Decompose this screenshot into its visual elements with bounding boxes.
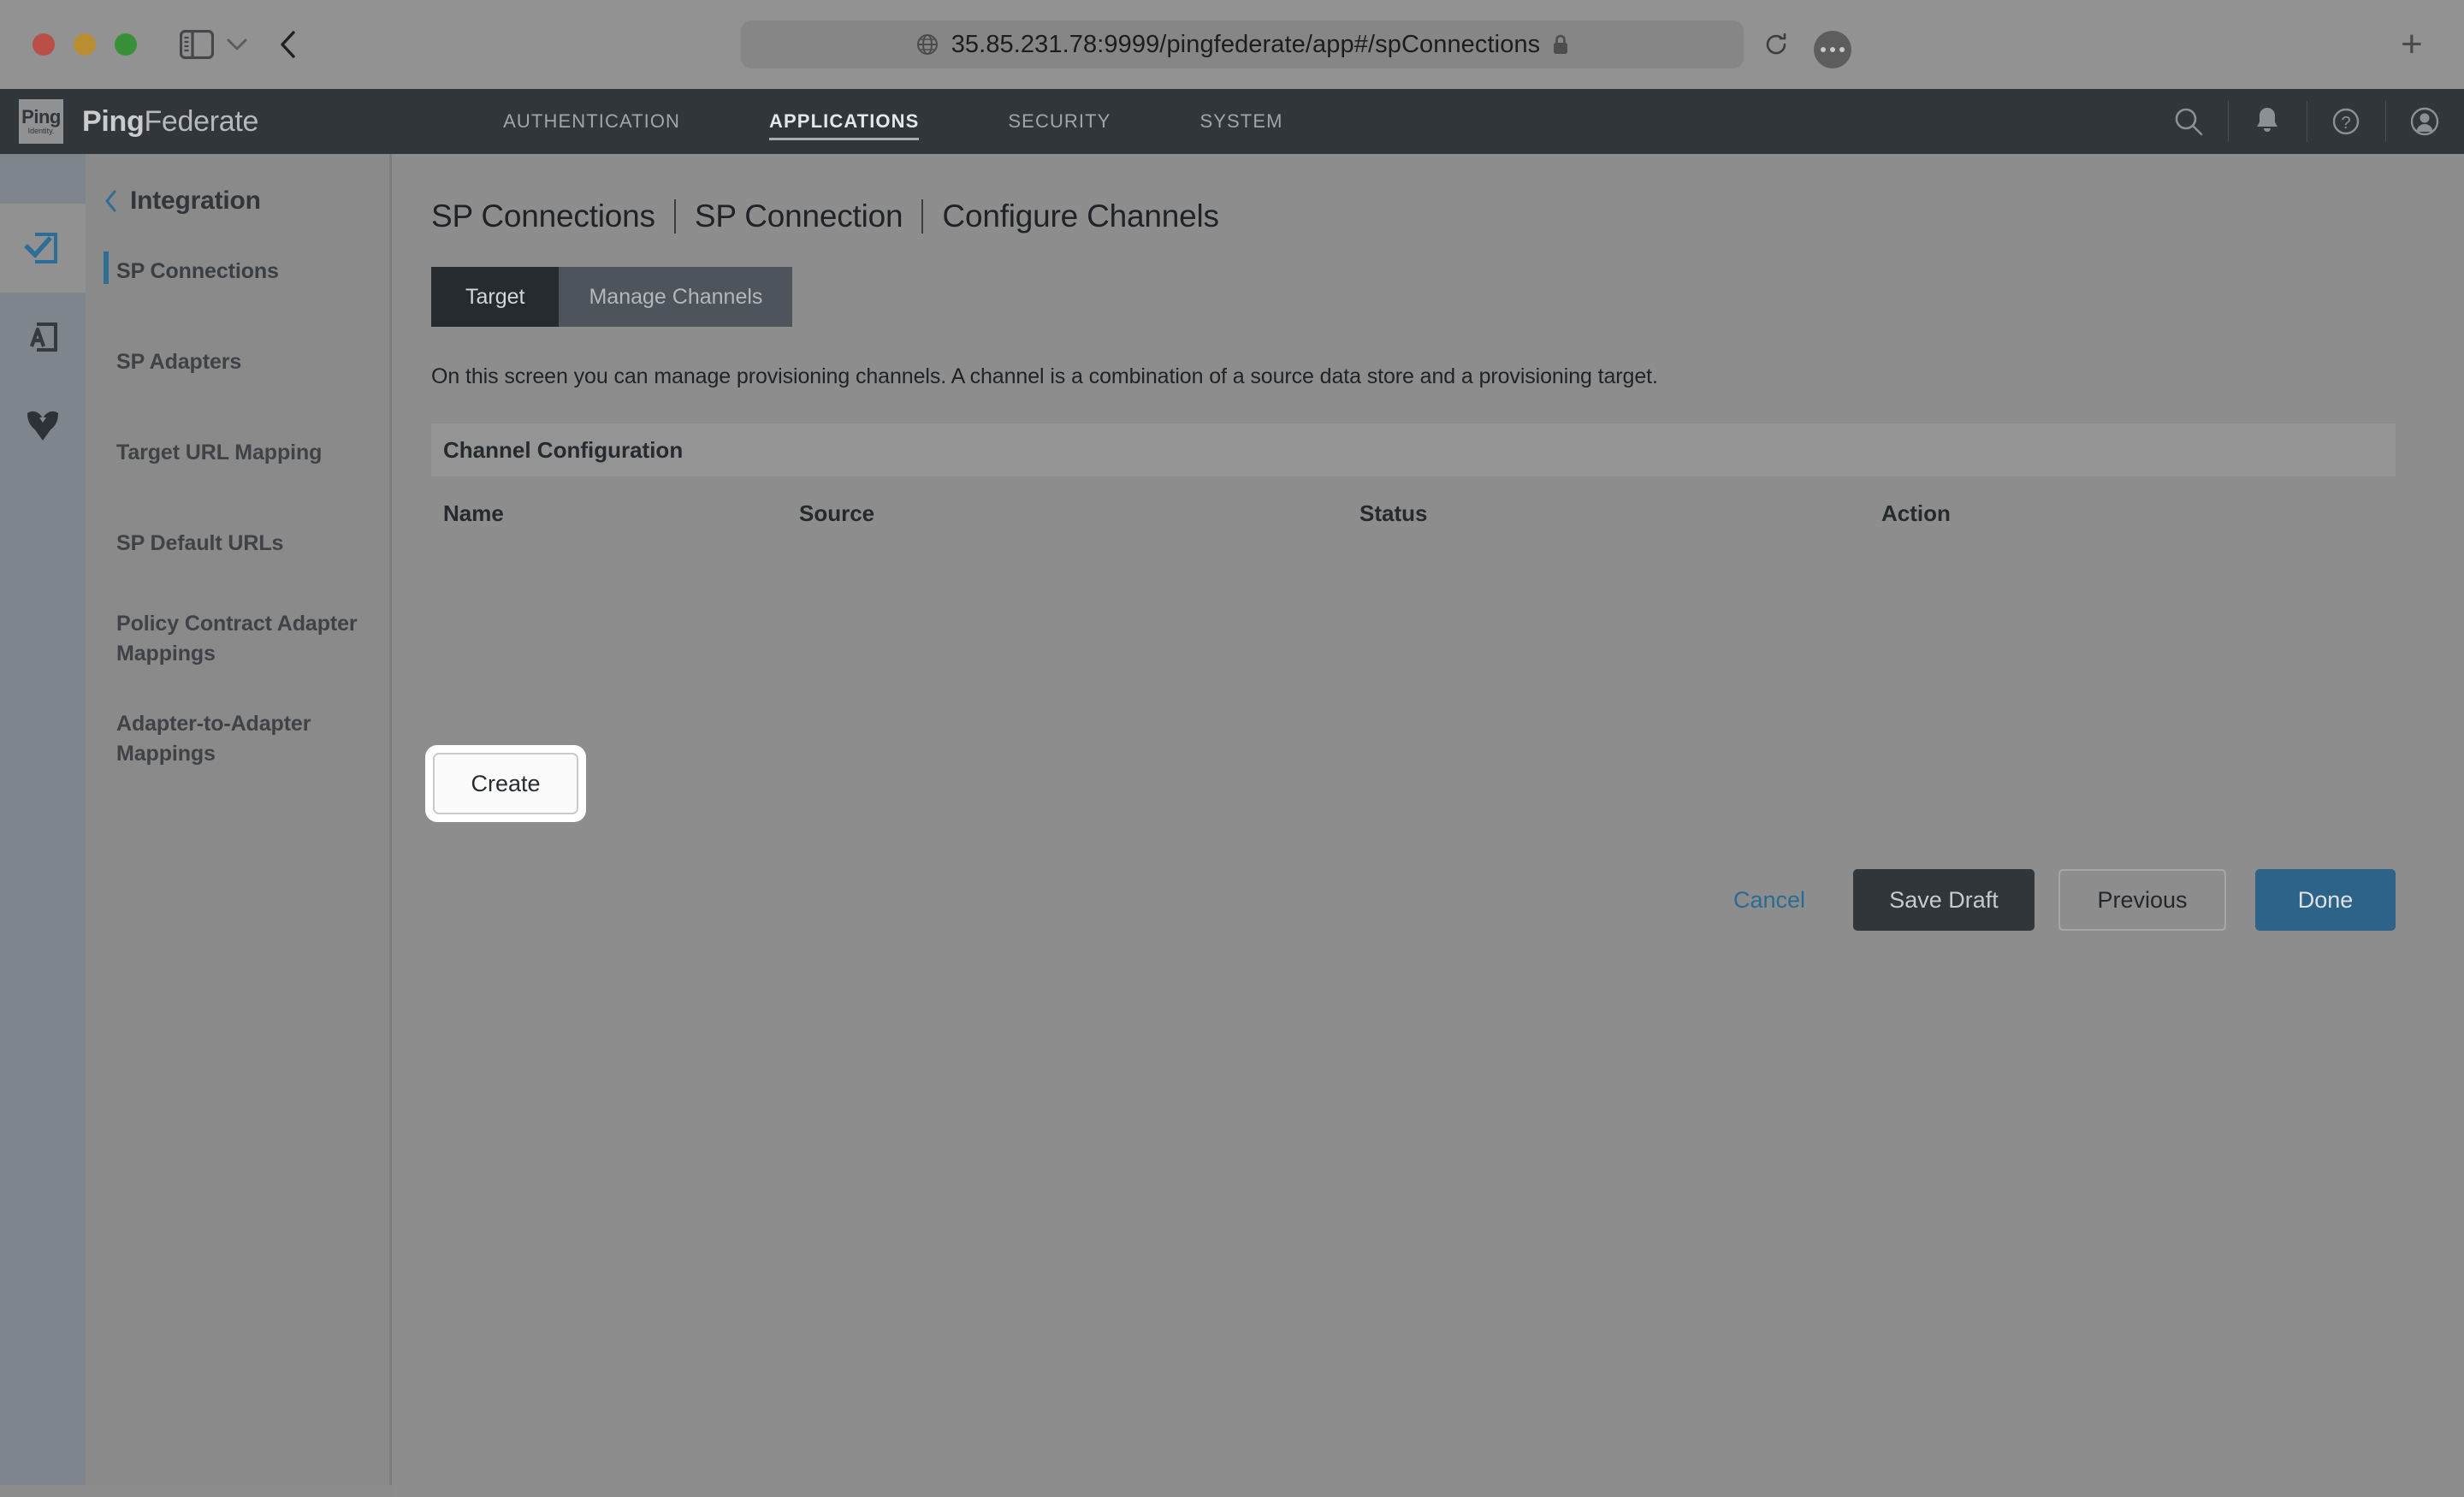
cancel-button[interactable]: Cancel [1733,887,1805,914]
breadcrumb-item-sp-connection[interactable]: SP Connection [695,198,903,234]
product-name-light: Federate [144,104,259,138]
close-window-button[interactable] [33,33,55,56]
column-header-status: Status [1359,500,1428,526]
chevron-down-icon[interactable] [226,38,248,51]
sidebar-item-label: SP Connections [116,258,279,283]
back-chevron-icon[interactable] [279,30,298,59]
rail-item-integration[interactable] [0,204,86,293]
product-name: PingFederate [82,105,258,139]
browser-chrome: 35.85.231.78:9999/pingfederate/app#/spCo… [0,0,2464,89]
window-traffic-lights [33,33,137,56]
sidebar-item-target-url-mapping[interactable]: Target URL Mapping [86,428,389,477]
sidebar: Integration SP Connections SP Adapters T… [86,154,392,1485]
breadcrumb: SP Connections SP Connection Configure C… [431,198,2464,234]
nav-item-authentication[interactable]: AUTHENTICATION [503,89,680,154]
column-header-action: Action [1881,500,1951,526]
breadcrumb-separator [921,199,924,234]
breadcrumb-item-configure-channels: Configure Channels [942,198,1219,234]
save-draft-button[interactable]: Save Draft [1853,869,2035,931]
main-content: SP Connections SP Connection Configure C… [394,154,2464,1497]
integration-checkbox-icon [23,228,62,268]
sidebar-item-label: SP Default URLs [116,530,284,555]
adapter-a-icon [23,317,62,357]
previous-button[interactable]: Previous [2058,869,2226,931]
app-top-nav: Ping Identity. PingFederate AUTHENTICATI… [0,89,2464,154]
sidebar-item-sp-default-urls[interactable]: SP Default URLs [86,518,389,568]
sidebar-title: Integration [130,186,261,215]
brand-logo[interactable]: Ping Identity. PingFederate [19,99,258,144]
channel-configuration-panel-header: Channel Configuration [431,423,2396,476]
product-name-bold: Ping [82,104,145,138]
ping-logo-line1: Ping [21,106,61,127]
breadcrumb-separator [673,199,676,234]
sidebar-item-sp-adapters[interactable]: SP Adapters [86,337,389,387]
help-question-icon[interactable]: ? [2307,89,2385,154]
reload-icon[interactable] [1762,31,1790,58]
create-button[interactable]: Create [433,753,578,814]
footer-action-bar: Cancel Save Draft Previous Done [394,869,2464,931]
channels-table-header: Name Source Status Action [431,500,2396,527]
breadcrumb-item-sp-connections[interactable]: SP Connections [431,198,655,234]
icon-rail [0,154,86,1485]
panel-title: Channel Configuration [443,436,684,463]
search-icon[interactable] [2149,89,2228,154]
sidebar-item-label: Adapter-to-Adapter Mappings [116,712,311,766]
create-button-highlight-ring: Create [425,745,586,822]
sidebar-item-label: Policy Contract Adapter Mappings [116,612,358,666]
column-header-name: Name [443,500,504,526]
tab-manage-channels[interactable]: Manage Channels [559,267,793,327]
done-button[interactable]: Done [2255,869,2396,931]
nav-item-system[interactable]: SYSTEM [1199,89,1282,154]
sidebar-item-policy-contract-adapter-mappings[interactable]: Policy Contract Adapter Mappings [86,609,389,668]
sidebar-item-adapter-to-adapter-mappings[interactable]: Adapter-to-Adapter Mappings [86,709,389,768]
address-bar[interactable]: 35.85.231.78:9999/pingfederate/app#/spCo… [741,21,1744,68]
new-tab-button[interactable]: + [2401,26,2423,63]
page-body: Integration SP Connections SP Adapters T… [0,154,2464,1497]
column-header-source: Source [799,500,875,526]
tab-target[interactable]: Target [431,267,560,327]
top-nav-icons: ? [2149,89,2464,154]
rail-spacer [0,154,86,204]
sidebar-toggle-icon[interactable] [180,30,214,59]
top-nav-items: AUTHENTICATION APPLICATIONS SECURITY SYS… [503,89,1371,154]
notifications-bell-icon[interactable] [2228,89,2307,154]
address-bar-text: 35.85.231.78:9999/pingfederate/app#/spCo… [951,30,1541,58]
rail-item-adapters[interactable] [0,293,86,382]
nav-item-security[interactable]: SECURITY [1008,89,1111,154]
maximize-window-button[interactable] [115,33,137,56]
ping-identity-logo-icon: Ping Identity. [19,99,63,144]
user-avatar-icon[interactable] [2385,89,2464,154]
sidebar-item-label: SP Adapters [116,349,242,374]
svg-text:?: ? [2341,114,2350,133]
minimize-window-button[interactable] [74,33,96,56]
lock-icon [1552,33,1569,56]
sidebar-item-label: Target URL Mapping [116,440,323,464]
shield-badge-icon [22,408,63,444]
rail-item-security[interactable] [0,382,86,470]
nav-item-applications[interactable]: APPLICATIONS [769,89,920,154]
sidebar-item-sp-connections[interactable]: SP Connections [86,246,389,296]
tab-bar: Target Manage Channels [431,267,2464,327]
ping-logo-line2: Identity. [27,127,55,135]
page-description: On this screen you can manage provisioni… [431,364,1658,388]
back-chevron-icon [104,189,118,213]
more-dots-icon[interactable] [1814,31,1851,68]
globe-icon [915,33,939,56]
sidebar-items: SP Connections SP Adapters Target URL Ma… [86,246,389,768]
sidebar-back-header[interactable]: Integration [104,186,389,216]
